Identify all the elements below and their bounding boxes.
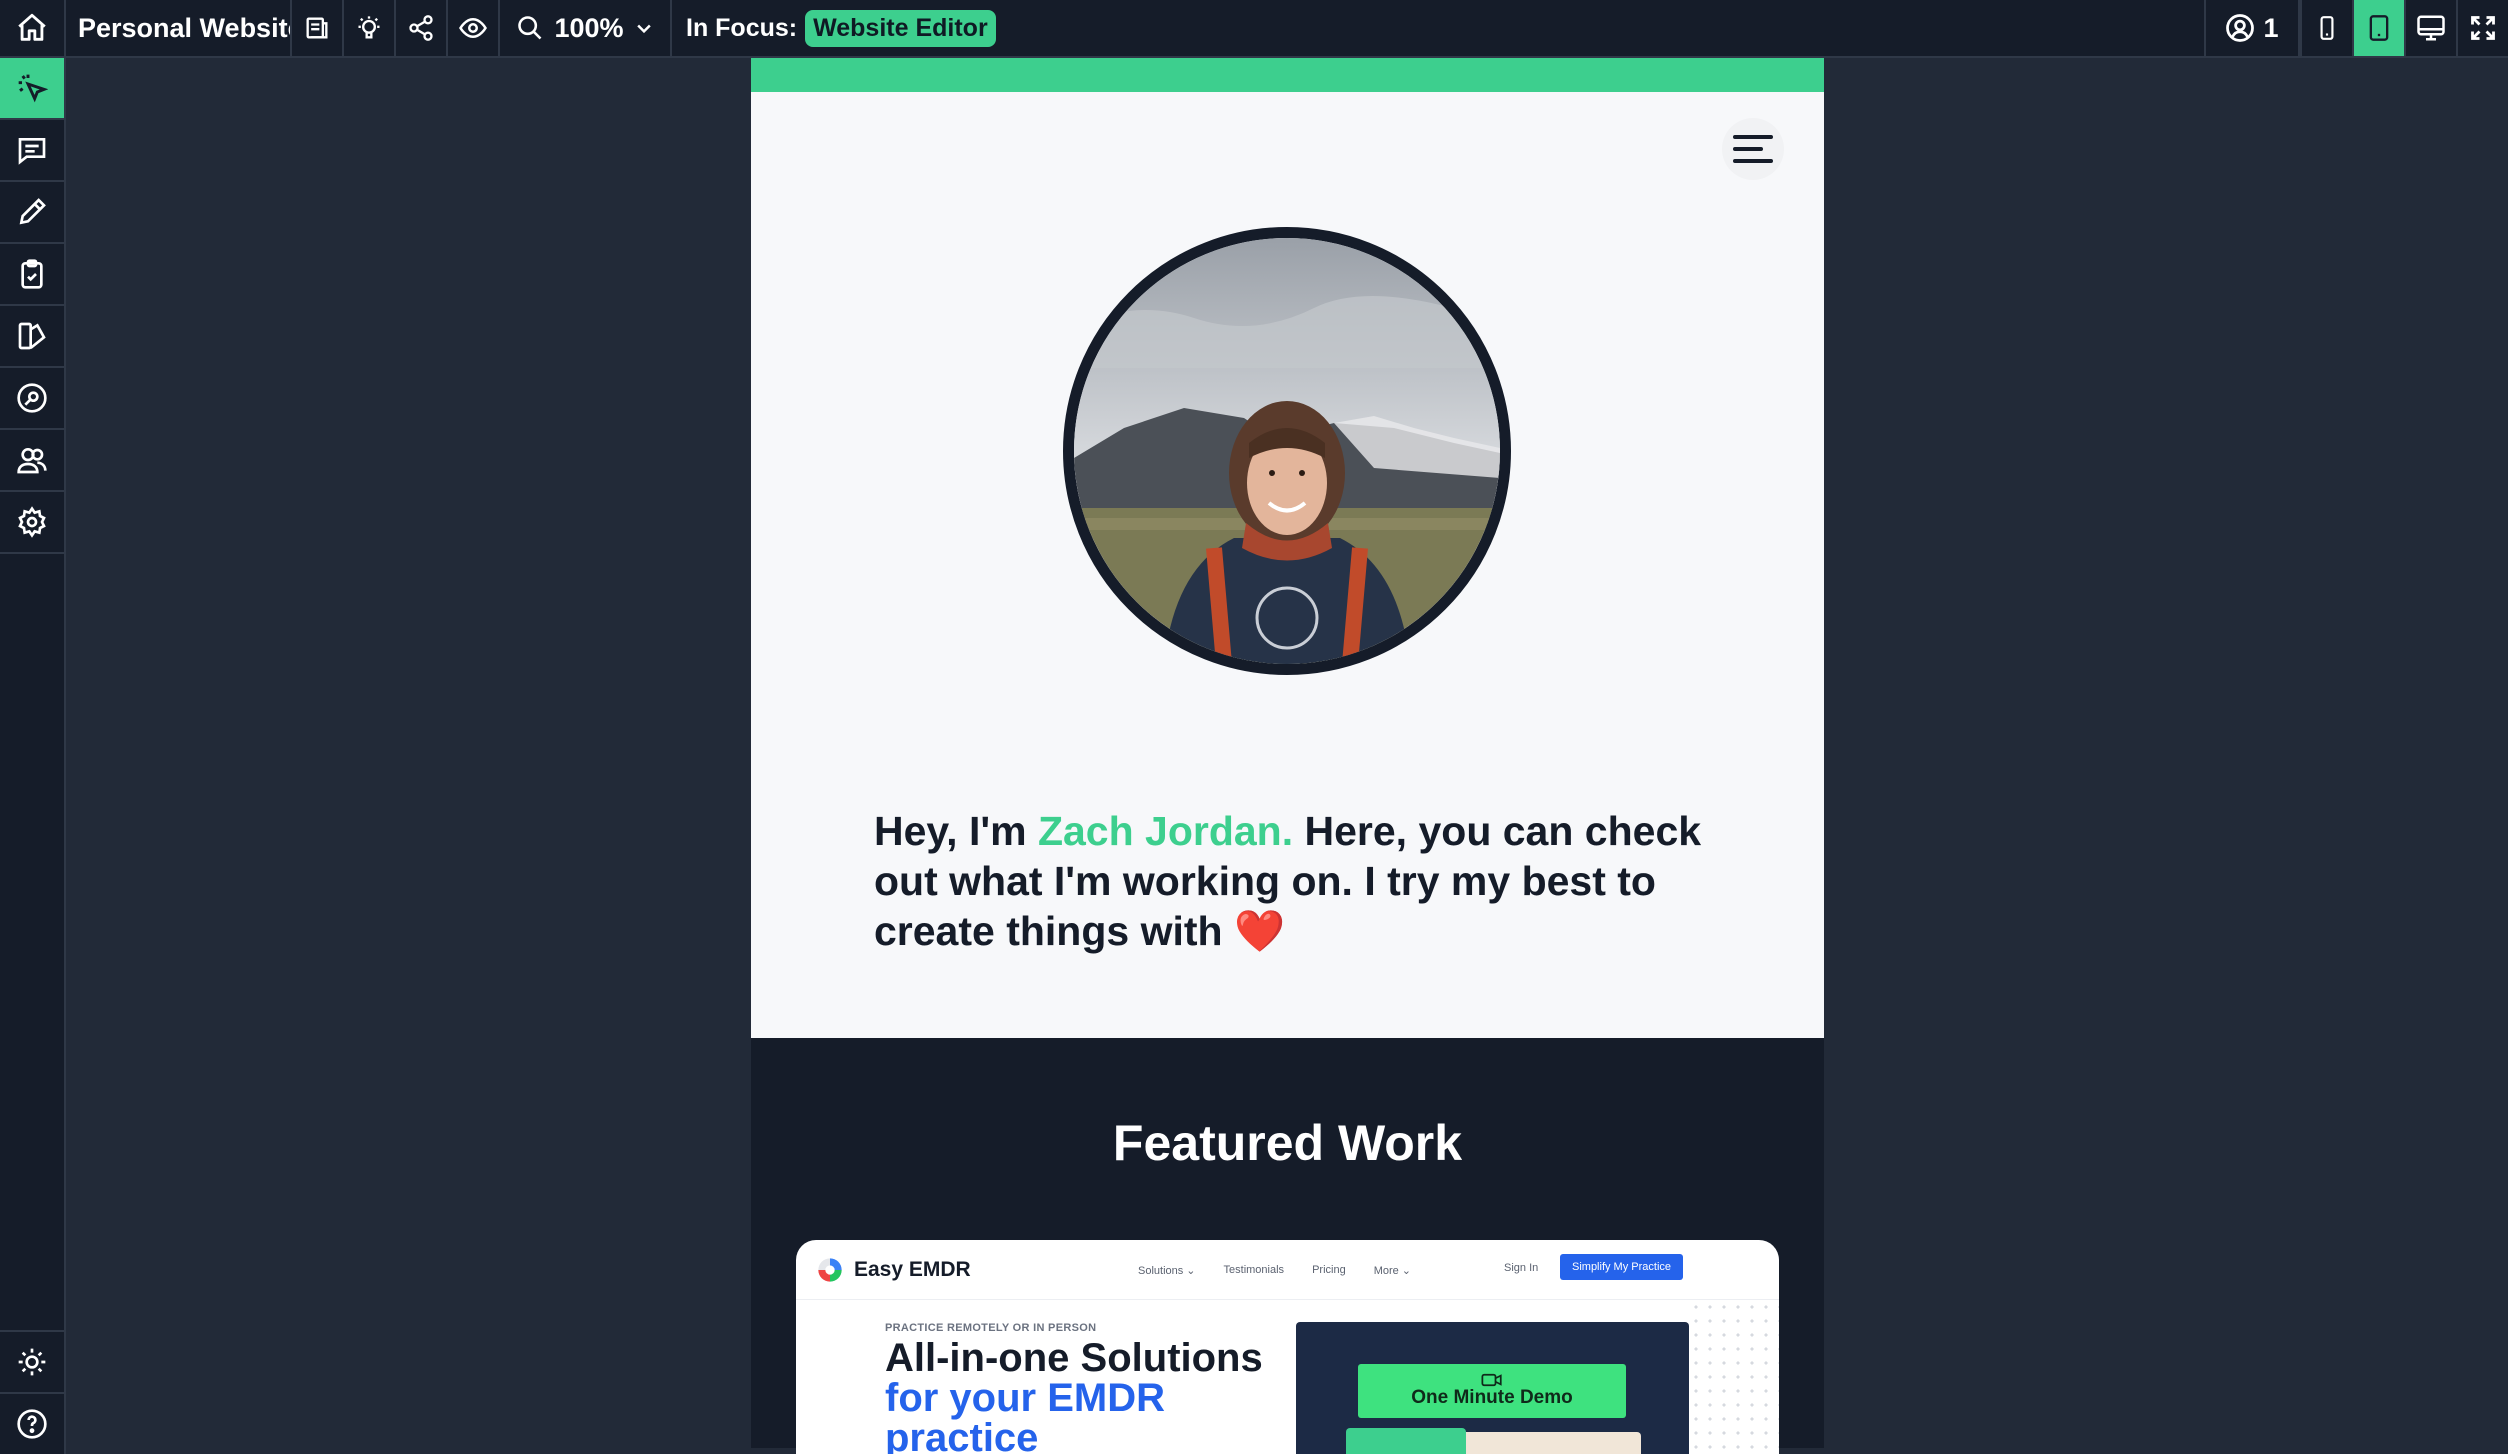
intro-name: Zach Jordan. [1037, 808, 1294, 854]
sidebar-item-help[interactable] [0, 1392, 64, 1454]
card-nav-pricing[interactable]: Pricing [1312, 1264, 1346, 1276]
home-button[interactable] [0, 0, 66, 56]
intro-text: Hey, I'm Zach Jordan. Here, you can chec… [874, 806, 1704, 956]
share-icon [407, 14, 435, 42]
settings-icon [16, 506, 48, 538]
demo-button[interactable]: One Minute Demo [1358, 1364, 1626, 1418]
team-icon [16, 444, 48, 476]
demo-panel: One Minute Demo [1296, 1322, 1689, 1454]
sidebar-item-edit[interactable] [0, 182, 64, 244]
pages-button[interactable] [292, 0, 344, 56]
website-preview[interactable]: Hey, I'm Zach Jordan. Here, you can chec… [751, 58, 1824, 1454]
sidebar-item-theme[interactable] [0, 1330, 64, 1392]
zoom-level: 100% [554, 12, 624, 43]
user-count: 1 [2263, 12, 2279, 43]
intro-prefix: Hey, I'm [874, 808, 1038, 854]
device-desktop-button[interactable] [2404, 0, 2456, 56]
sidebar-item-team[interactable] [0, 430, 64, 492]
card-signin-link[interactable]: Sign In [1504, 1262, 1538, 1274]
top-toolbar: Personal Website 100% In Focus: Website … [0, 0, 2508, 58]
demo-thumbnail-photo [1461, 1432, 1641, 1454]
avatar [1063, 227, 1511, 675]
device-tablet-button[interactable] [2352, 0, 2404, 56]
design-icon [16, 320, 48, 352]
user-circle-icon [2225, 13, 2255, 43]
fullscreen-icon [2469, 14, 2497, 42]
card-headline-line-2: for your EMDR [885, 1376, 1165, 1420]
focus-indicator: In Focus: Website Editor [672, 0, 1010, 56]
help-icon [16, 1408, 48, 1440]
collaborators-button[interactable]: 1 [2204, 0, 2300, 56]
card-headline-line-1: All-in-one Solutions [885, 1336, 1263, 1380]
card-headline: All-in-one Solutions for your EMDR pract… [885, 1338, 1305, 1454]
demo-thumbnail [1346, 1428, 1466, 1454]
hero-section: Hey, I'm Zach Jordan. Here, you can chec… [751, 92, 1824, 1038]
featured-project-card[interactable]: Easy EMDR Solutions ⌄ Testimonials Prici… [796, 1240, 1779, 1454]
search-circle-icon [16, 382, 48, 414]
focus-badge[interactable]: Website Editor [805, 9, 996, 47]
accent-strip [751, 58, 1824, 92]
video-camera-icon [1481, 1373, 1503, 1387]
sidebar-item-explore[interactable] [0, 368, 64, 430]
card-brand: Easy EMDR [816, 1256, 971, 1284]
sidebar-item-settings[interactable] [0, 492, 64, 554]
card-navbar: Easy EMDR Solutions ⌄ Testimonials Prici… [796, 1240, 1779, 1300]
heart-emoji: ❤️ [1233, 908, 1286, 954]
preview-button[interactable] [448, 0, 500, 56]
brightness-icon [16, 1346, 48, 1378]
hamburger-menu-icon [1733, 133, 1773, 165]
featured-title: Featured Work [1112, 1115, 1463, 1171]
lightbulb-icon [355, 14, 383, 42]
device-phone-button[interactable] [2300, 0, 2352, 56]
featured-section: Featured Work Easy EMDR Solutions ⌄ Test… [751, 1038, 1824, 1454]
clipboard-check-icon [16, 258, 48, 290]
card-nav-more[interactable]: More ⌄ [1374, 1264, 1411, 1277]
chevron-down-icon [634, 18, 654, 38]
zoom-control[interactable]: 100% [500, 0, 672, 56]
phone-icon [2314, 13, 2340, 43]
eye-icon [458, 13, 488, 43]
card-nav-testimonials[interactable]: Testimonials [1224, 1264, 1285, 1276]
demo-button-label: One Minute Demo [1411, 1387, 1573, 1408]
edit-pencil-icon [16, 196, 48, 228]
sidebar-item-comments[interactable] [0, 120, 64, 182]
left-sidebar [0, 58, 66, 1454]
tablet-icon [2365, 13, 2393, 43]
dot-pattern [1689, 1300, 1779, 1454]
search-icon [516, 14, 544, 42]
card-brand-name: Easy EMDR [854, 1257, 971, 1281]
sidebar-bottom [0, 1330, 64, 1454]
share-button[interactable] [396, 0, 448, 56]
sidebar-item-select[interactable] [0, 58, 64, 120]
sidebar-item-tasks[interactable] [0, 244, 64, 306]
project-title[interactable]: Personal Website [66, 0, 292, 56]
card-nav-links: Solutions ⌄ Testimonials Pricing More ⌄ [1138, 1240, 1411, 1300]
card-headline-line-3: practice [885, 1416, 1039, 1454]
home-icon [15, 11, 49, 45]
page-icon [303, 14, 331, 42]
card-cta-button[interactable]: Simplify My Practice [1560, 1254, 1684, 1280]
ideas-button[interactable] [344, 0, 396, 56]
cursor-select-icon [16, 72, 48, 104]
card-kicker: PRACTICE REMOTELY OR IN PERSON [885, 1322, 1097, 1334]
comment-icon [16, 134, 48, 166]
sidebar-item-design[interactable] [0, 306, 64, 368]
brand-logo-icon [816, 1256, 844, 1284]
desktop-icon [2415, 13, 2447, 43]
card-nav-solutions[interactable]: Solutions ⌄ [1138, 1264, 1196, 1277]
site-menu-button[interactable] [1722, 118, 1784, 180]
focus-label: In Focus: [686, 13, 798, 42]
fullscreen-button[interactable] [2456, 0, 2508, 56]
